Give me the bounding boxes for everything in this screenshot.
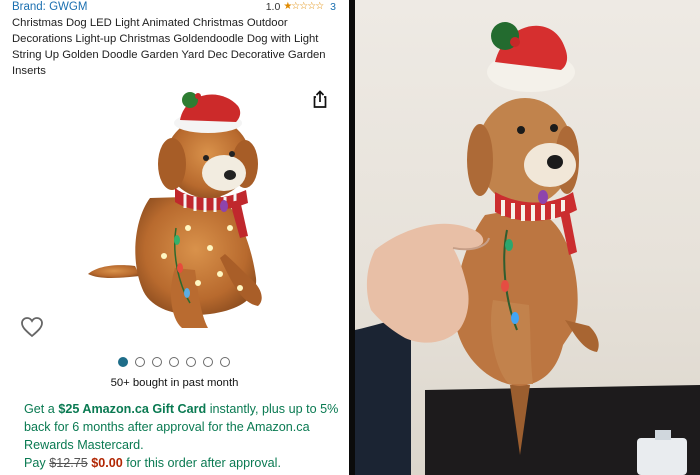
heart-icon[interactable]	[20, 316, 44, 338]
product-title: Christmas Dog LED Light Animated Christm…	[12, 17, 326, 77]
share-icon[interactable]	[310, 89, 330, 109]
carousel-dot[interactable]	[135, 357, 145, 367]
image-carousel-dots	[118, 357, 230, 367]
star-empty-icon: ☆	[291, 1, 300, 12]
gift-card-amount: $25 Amazon.ca Gift Card	[58, 402, 207, 416]
product-image[interactable]	[80, 78, 280, 342]
pay-suffix: for this order after approval.	[122, 456, 281, 470]
carousel-dot[interactable]	[186, 357, 196, 367]
carousel-dot[interactable]	[169, 357, 179, 367]
promo-prefix: Get a	[24, 402, 59, 416]
listing-header: Brand: GWGM 1.0 ★ ☆ ☆ ☆ ☆ 3	[12, 0, 338, 14]
pay-line: Pay $12.75 $0.00 for this order after ap…	[24, 454, 342, 472]
pay-prefix: Pay	[24, 456, 50, 470]
brand-link[interactable]: Brand: GWGM	[12, 0, 87, 14]
rating-summary[interactable]: 1.0 ★ ☆ ☆ ☆ ☆ 3	[266, 0, 336, 14]
new-price: $0.00	[91, 456, 123, 470]
old-price: $12.75	[49, 456, 88, 470]
star-rating: ★ ☆ ☆ ☆ ☆	[283, 0, 324, 14]
rating-value: 1.0	[265, 1, 281, 13]
promo-offer[interactable]: Get a $25 Amazon.ca Gift Card instantly,…	[24, 400, 342, 472]
carousel-dot[interactable]	[152, 357, 162, 367]
bought-count: 50+ bought in past month	[110, 377, 239, 389]
amazon-listing-panel: Brand: GWGM 1.0 ★ ☆ ☆ ☆ ☆ 3 Christmas Dog LE…	[0, 0, 349, 475]
carousel-dot[interactable]	[118, 357, 128, 367]
carousel-dot[interactable]	[203, 357, 213, 367]
received-item-photo	[355, 0, 700, 475]
carousel-dot[interactable]	[220, 357, 230, 367]
star-empty-icon: ☆	[299, 1, 308, 12]
star-empty-icon: ☆	[307, 1, 316, 12]
star-filled-icon: ★	[283, 1, 292, 12]
actual-product-photo	[355, 22, 700, 475]
rating-count[interactable]: 3	[330, 0, 336, 14]
star-empty-icon: ☆	[315, 1, 324, 12]
